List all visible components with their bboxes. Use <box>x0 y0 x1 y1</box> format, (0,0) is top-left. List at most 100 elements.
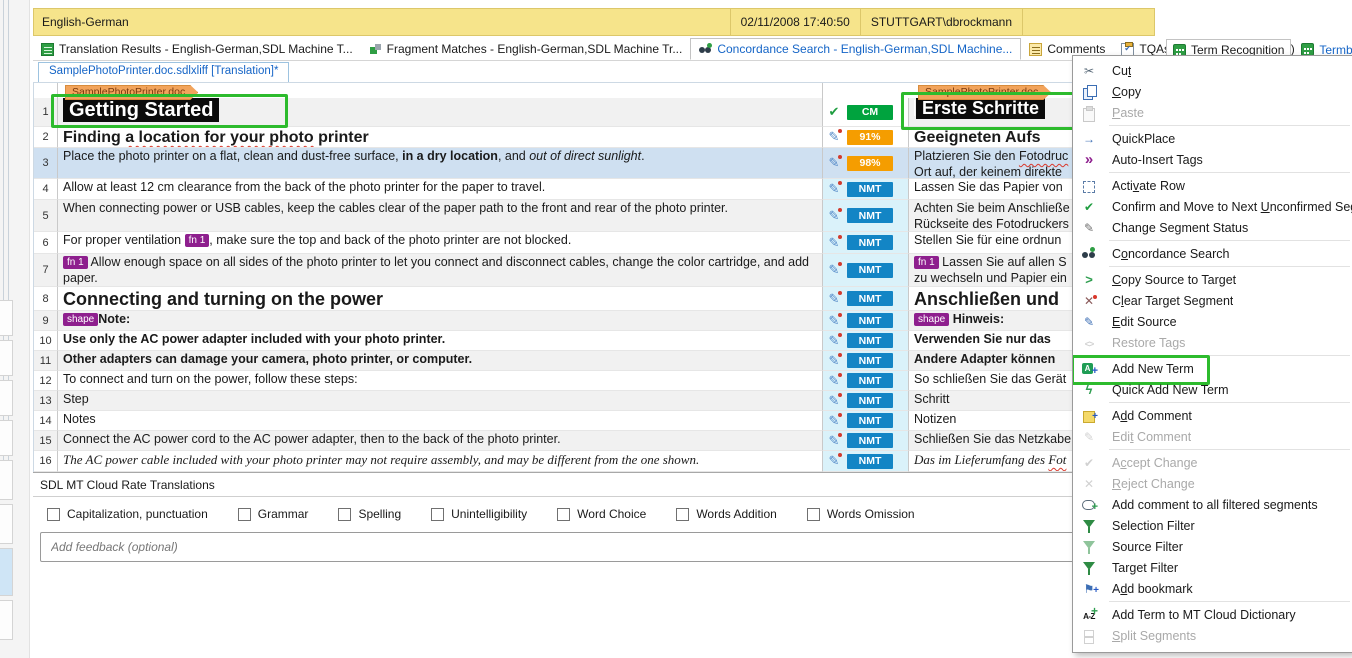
source-cell[interactable]: Place the photo printer on a flat, clean… <box>58 148 823 179</box>
checkbox-label: Grammar <box>258 507 309 521</box>
feedback-input[interactable] <box>40 532 1156 562</box>
dock-tab[interactable] <box>0 504 13 544</box>
checkbox-box[interactable] <box>238 508 251 521</box>
dock-tab[interactable] <box>0 380 13 416</box>
source-cell[interactable]: To connect and turn on the power, follow… <box>58 371 823 391</box>
segment-status-cell: ✎NMT <box>823 311 909 331</box>
menu-item-label: Edit Comment <box>1098 430 1191 444</box>
source-cell[interactable]: Allow at least 12 cm clearance from the … <box>58 179 823 200</box>
menu-item-clear-target-segment[interactable]: Clear Target Segment <box>1073 290 1352 311</box>
checkbox-words-omission[interactable]: Words Omission <box>807 507 915 521</box>
dock-tab-active[interactable] <box>0 548 13 596</box>
source-cell[interactable]: Other adapters can damage your camera, p… <box>58 351 823 371</box>
shape-tag[interactable]: shape <box>914 313 949 326</box>
source-cell[interactable]: Step <box>58 391 823 411</box>
segment-status-cell: ✎NMT <box>823 179 909 200</box>
footnote-tag[interactable]: fn 1 <box>185 234 210 247</box>
menu-item-add-term-mt-cloud[interactable]: Add Term to MT Cloud Dictionary <box>1073 604 1352 625</box>
menu-item-label: Restore Tags <box>1098 336 1185 350</box>
dock-tab[interactable] <box>0 340 13 376</box>
source-cell[interactable]: Finding a location for your photo printe… <box>58 127 823 148</box>
tab-fragment-matches[interactable]: Fragment Matches - English-German,SDL Ma… <box>361 38 691 60</box>
source-cell[interactable]: Connecting and turning on the power <box>58 287 823 311</box>
quickplace-icon <box>1080 131 1098 147</box>
menu-item-copy[interactable]: Copy <box>1073 81 1352 102</box>
spellcheck-squiggle: Fot <box>1048 452 1066 467</box>
menu-item-quick-add-new-term[interactable]: Quick Add New Term <box>1073 379 1352 400</box>
draft-pencil-icon: ✎ <box>826 235 842 251</box>
checkbox-box[interactable] <box>676 508 689 521</box>
shape-tag[interactable]: shape <box>63 313 98 326</box>
footnote-tag[interactable]: fn 1 <box>914 256 939 269</box>
menu-item-confirm-and-move[interactable]: Confirm and Move to Next Unconfirmed Seg… <box>1073 196 1352 217</box>
tab-translation-results[interactable]: Translation Results - English-German,SDL… <box>33 38 361 60</box>
menu-item-restore-tags: Restore Tags <box>1073 332 1352 353</box>
menu-item-label: Auto-Insert Tags <box>1098 153 1203 167</box>
menu-item-add-bookmark[interactable]: Add bookmark <box>1073 578 1352 599</box>
source-cell[interactable]: shapeNote: <box>58 311 823 331</box>
source-cell[interactable]: Notes <box>58 411 823 431</box>
source-cell[interactable]: Connect the AC power cord to the AC powe… <box>58 431 823 451</box>
source-cell[interactable]: For proper ventilation fn 1, make sure t… <box>58 232 823 254</box>
checkbox-words-addition[interactable]: Words Addition <box>676 507 777 521</box>
menu-item-edit-source[interactable]: Edit Source <box>1073 311 1352 332</box>
menu-separator <box>1109 402 1350 403</box>
menu-item-auto-insert-tags[interactable]: Auto-Insert Tags <box>1073 149 1352 170</box>
menu-item-add-comment[interactable]: Add Comment <box>1073 405 1352 426</box>
rate-translations-panel: SDL MT Cloud Rate Translations Capitaliz… <box>33 472 1163 658</box>
copy-icon <box>1080 84 1098 100</box>
checkbox-box[interactable] <box>557 508 570 521</box>
match-badge: 91% <box>847 130 893 145</box>
checkbox-capitalization-punctuation[interactable]: Capitalization, punctuation <box>47 507 208 521</box>
selected-target-text[interactable]: Erste Schritte <box>916 98 1045 119</box>
dock-tab[interactable] <box>0 460 13 500</box>
document-tab[interactable]: SamplePhotoPrinter.doc.sdlxliff [Transla… <box>38 62 289 82</box>
draft-pencil-icon: ✎ <box>826 181 842 197</box>
source-cell[interactable]: Getting Started <box>58 98 823 127</box>
menu-separator <box>1109 240 1350 241</box>
match-badge: NMT <box>847 373 893 388</box>
menu-item-quickplace[interactable]: QuickPlace <box>1073 128 1352 149</box>
menu-item-target-filter[interactable]: Target Filter <box>1073 557 1352 578</box>
footnote-tag[interactable]: fn 1 <box>63 256 88 269</box>
match-badge: NMT <box>847 413 893 428</box>
dock-tab[interactable] <box>0 420 13 456</box>
source-cell[interactable]: Use only the AC power adapter included w… <box>58 331 823 351</box>
menu-item-add-comment-filtered[interactable]: Add comment to all filtered segments <box>1073 494 1352 515</box>
menu-item-label: Target Filter <box>1098 561 1178 575</box>
tab-concordance-search[interactable]: Concordance Search - English-German,SDL … <box>690 38 1021 60</box>
checkbox-box[interactable] <box>431 508 444 521</box>
checkbox-box[interactable] <box>47 508 60 521</box>
checkbox-spelling[interactable]: Spelling <box>338 507 401 521</box>
dock-tab[interactable] <box>0 600 13 640</box>
checkbox-box[interactable] <box>338 508 351 521</box>
match-badge: NMT <box>847 263 893 278</box>
menu-item-copy-source-to-target[interactable]: Copy Source to Target <box>1073 269 1352 290</box>
dock-tab[interactable] <box>0 300 13 336</box>
source-cell[interactable]: fn 1 Allow enough space on all sides of … <box>58 254 823 287</box>
menu-item-selection-filter[interactable]: Selection Filter <box>1073 515 1352 536</box>
checkbox-label: Word Choice <box>577 507 646 521</box>
menu-item-add-new-term[interactable]: Add New Term <box>1073 358 1352 379</box>
checkbox-box[interactable] <box>807 508 820 521</box>
menu-item-source-filter[interactable]: Source Filter <box>1073 536 1352 557</box>
menu-item-activate-row[interactable]: Activate Row <box>1073 175 1352 196</box>
menu-item-cut[interactable]: Cut <box>1073 60 1352 81</box>
draft-pencil-icon: ✎ <box>826 353 842 369</box>
checkbox-grammar[interactable]: Grammar <box>238 507 309 521</box>
source-cell[interactable]: When connecting power or USB cables, kee… <box>58 200 823 232</box>
timestamp: 02/11/2008 17:40:50 <box>730 9 860 35</box>
menu-item-change-segment-status[interactable]: Change Segment Status <box>1073 217 1352 238</box>
selected-source-text[interactable]: Getting Started <box>63 98 219 122</box>
checkbox-unintelligibility[interactable]: Unintelligibility <box>431 507 527 521</box>
change-segment-status-icon <box>1080 220 1098 236</box>
rate-panel-title: SDL MT Cloud Rate Translations <box>33 473 1163 497</box>
segment-status-cell: ✎NMT <box>823 451 909 472</box>
source-cell[interactable]: The AC power cable included with your ph… <box>58 451 823 472</box>
bar-spacer <box>1022 9 1154 35</box>
menu-item-label: Add Term to MT Cloud Dictionary <box>1098 608 1296 622</box>
copy-source-to-target-icon <box>1080 272 1098 288</box>
checkbox-word-choice[interactable]: Word Choice <box>557 507 646 521</box>
menu-item-label: Reject Change <box>1098 477 1195 491</box>
menu-item-concordance-search[interactable]: Concordance Search <box>1073 243 1352 264</box>
